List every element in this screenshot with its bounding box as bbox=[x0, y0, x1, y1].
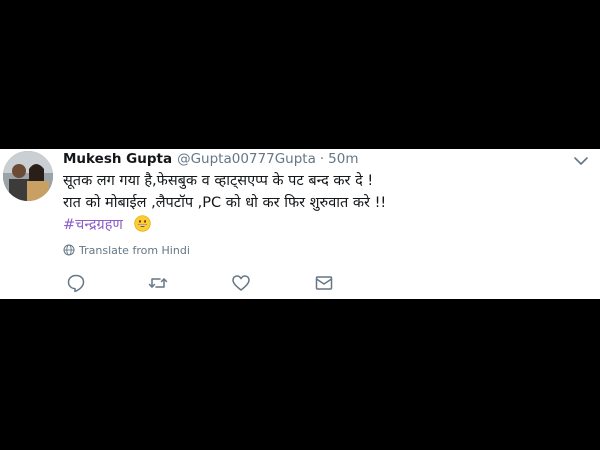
grinning-face-icon bbox=[133, 215, 151, 232]
reply-icon[interactable] bbox=[65, 272, 87, 294]
tweet-line-1: सूतक लग गया है,फेसबुक व व्हाट्सएप्प के प… bbox=[63, 173, 374, 189]
display-name[interactable]: Mukesh Gupta bbox=[63, 151, 172, 167]
chevron-down-icon[interactable] bbox=[573, 155, 589, 167]
tweet-text: सूतक लग गया है,फेसबुक व व्हाट्सएप्प के प… bbox=[63, 170, 563, 236]
user-handle[interactable]: @Gupta00777Gupta bbox=[177, 151, 316, 167]
separator: · bbox=[319, 151, 325, 167]
tweet-header: Mukesh Gupta @Gupta00777Gupta · 50m bbox=[63, 151, 359, 169]
translate-link[interactable]: Translate from Hindi bbox=[63, 242, 190, 258]
tweet-line-2: रात को मोबाईल ,लैपटॉप ,PC को धो कर फिर श… bbox=[63, 195, 387, 211]
heart-icon[interactable] bbox=[230, 272, 252, 294]
translate-label: Translate from Hindi bbox=[79, 243, 190, 257]
globe-icon bbox=[63, 244, 75, 256]
hashtag-link[interactable]: #चन्द्रग्रहण bbox=[63, 217, 123, 233]
retweet-icon[interactable] bbox=[147, 272, 169, 294]
avatar[interactable] bbox=[3, 151, 53, 201]
timestamp[interactable]: 50m bbox=[328, 151, 358, 167]
tweet-actions bbox=[63, 272, 343, 294]
envelope-icon[interactable] bbox=[313, 272, 335, 294]
